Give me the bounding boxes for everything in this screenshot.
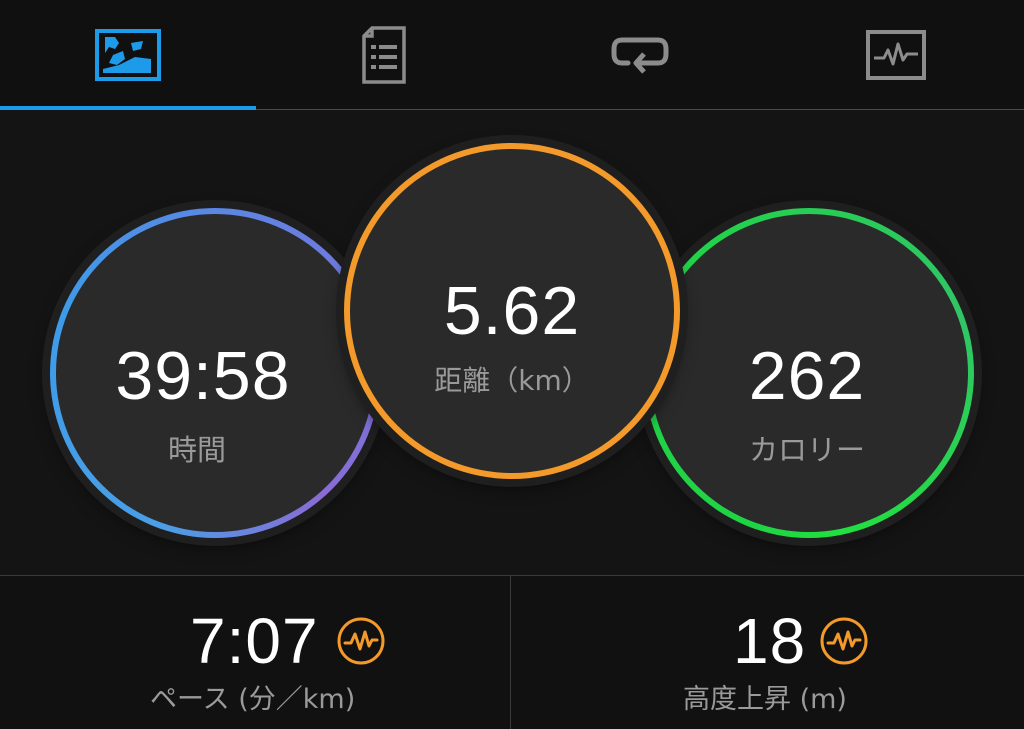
time-ring: 39:58 時間 xyxy=(50,208,380,538)
time-value: 39:58 xyxy=(115,338,291,414)
distance-value: 5.62 xyxy=(443,273,581,349)
calories-ring: 262 カロリー xyxy=(644,208,974,538)
distance-label: 距離（km） xyxy=(434,364,590,397)
details-list-icon xyxy=(360,25,408,85)
tab-laps[interactable] xyxy=(512,0,768,109)
distance-ring: 5.62 距離（km） xyxy=(344,143,680,479)
calories-label: カロリー xyxy=(748,433,865,467)
elevation-label: 高度上昇 (m) xyxy=(683,684,847,715)
activity-pulse-icon xyxy=(820,617,868,665)
charts-waveform-icon xyxy=(866,29,926,80)
elevation-value: 18 xyxy=(733,605,807,677)
tab-bar xyxy=(0,0,1024,110)
calories-value: 262 xyxy=(748,338,866,414)
activity-summary-screen: 39:58 時間 262 カロリー 5.62 距離（km） 7:07 ペース (… xyxy=(0,0,1024,729)
metrics-rings: 39:58 時間 262 カロリー 5.62 距離（km） xyxy=(0,110,1024,575)
tab-details[interactable] xyxy=(256,0,512,109)
tab-charts[interactable] xyxy=(768,0,1024,109)
laps-loop-icon xyxy=(608,33,672,77)
elevation-stat[interactable]: 18 高度上昇 (m) xyxy=(511,576,1024,729)
pace-value: 7:07 xyxy=(190,605,319,677)
summary-map-icon xyxy=(95,28,161,81)
tab-summary[interactable] xyxy=(0,0,256,109)
pace-label: ペース (分／km) xyxy=(150,684,356,715)
activity-pulse-icon xyxy=(337,617,385,665)
pace-stat[interactable]: 7:07 ペース (分／km) xyxy=(0,576,510,729)
secondary-stats: 7:07 ペース (分／km) 18 高度上昇 (m) xyxy=(0,575,1024,729)
time-label: 時間 xyxy=(167,433,226,467)
